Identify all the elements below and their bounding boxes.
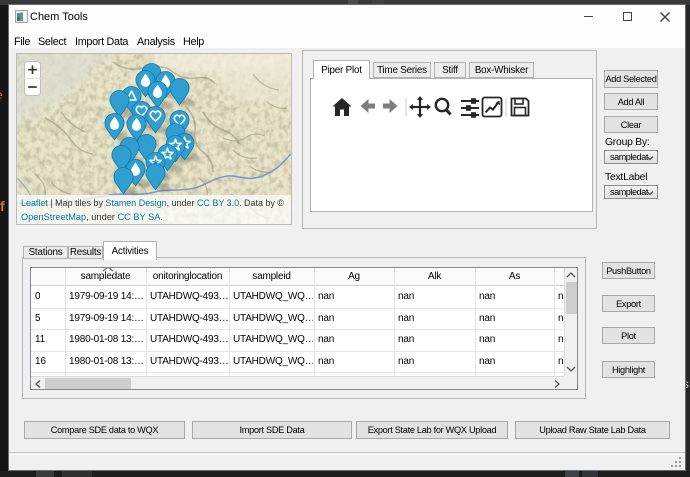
svg-text:OpenStreetMap, under CC BY SA.: OpenStreetMap, under CC BY SA.: [21, 212, 163, 223]
svg-text:Leaflet | Map tiles by Stamen: Leaflet | Map tiles by Stamen Design, un…: [21, 198, 284, 209]
